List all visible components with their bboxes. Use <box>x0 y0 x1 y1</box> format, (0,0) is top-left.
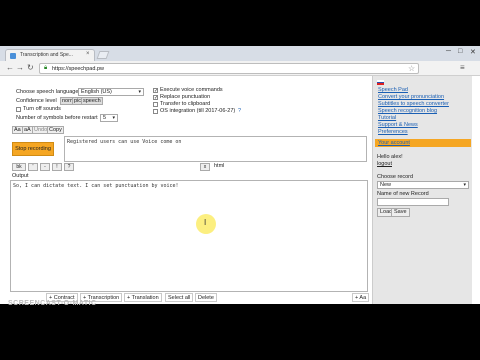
transfer-clipboard-checkbox[interactable] <box>153 102 158 107</box>
chevron-down-icon: ▾ <box>138 89 141 95</box>
format-button[interactable]: bk <box>12 163 26 171</box>
close-tab-icon[interactable]: × <box>86 51 90 57</box>
stop-recording-button[interactable]: Stop recording <box>12 142 54 156</box>
bookmark-star-icon[interactable]: ☆ <box>408 64 415 73</box>
sidebar-active-item[interactable]: Your account <box>375 139 471 147</box>
translation-button[interactable]: + Translation <box>124 293 162 302</box>
tab-title: Transcription and Spe... <box>20 52 73 58</box>
forward-arrow-icon[interactable]: → <box>16 63 24 72</box>
case-toggle-button[interactable]: + Aa <box>352 293 370 302</box>
reload-icon[interactable]: ↻ <box>27 63 34 72</box>
confidence-label: Confidence level <box>16 98 57 104</box>
browser-tab[interactable]: Transcription and Spe... × <box>5 49 95 61</box>
minimize-icon[interactable]: ─ <box>446 48 451 55</box>
sidebar-link-support[interactable]: Support & News <box>378 122 418 128</box>
chevron-down-icon: ▾ <box>463 182 466 188</box>
sidebar-link-blog[interactable]: Speech recognition blog <box>378 108 437 114</box>
record-value: New <box>380 182 392 188</box>
text-cursor-icon: I <box>204 218 207 227</box>
format-button[interactable]: - <box>40 163 50 171</box>
replace-punctuation-label: Replace punctuation <box>160 94 211 100</box>
sidebar-link-subtitles[interactable]: Subtitles to speech converter <box>378 101 449 107</box>
back-arrow-icon[interactable]: ← <box>6 63 14 72</box>
execute-commands-label: Execute voice commands <box>160 87 223 93</box>
chevron-down-icon: ▾ <box>112 115 115 121</box>
save-button[interactable]: Save <box>391 208 410 217</box>
sidebar-link-tutorial[interactable]: Tutorial <box>378 115 396 121</box>
sidebar-link-convert[interactable]: Convert your pronunciation <box>378 94 444 100</box>
address-url: https://speechpad.pw <box>52 66 104 72</box>
language-value: English (US) <box>81 89 112 95</box>
turn-off-sounds-label: Turn off sounds <box>23 106 61 112</box>
output-label: Output <box>12 173 29 179</box>
copy-button[interactable]: Copy <box>47 126 64 134</box>
lock-icon: 🔒︎ <box>44 65 48 71</box>
turn-off-sounds-checkbox[interactable] <box>16 107 21 112</box>
new-tab-button[interactable] <box>96 51 110 59</box>
execute-commands-checkbox[interactable]: ✓ <box>153 88 158 94</box>
favicon-icon <box>10 53 16 59</box>
record-select[interactable]: New ▾ <box>377 181 469 189</box>
html-label: html <box>214 163 225 169</box>
sidebar-link-account[interactable]: Your account <box>378 140 410 146</box>
format-button[interactable]: ! <box>52 163 62 171</box>
symbols-select[interactable]: 5 ▾ <box>100 114 118 122</box>
format-button[interactable]: ? <box>64 163 74 171</box>
new-record-label: Name of new Record <box>377 191 429 197</box>
letterbox-bottom <box>0 304 480 360</box>
watermark: SCREENCAST-O-MATIC <box>8 300 97 307</box>
menu-icon[interactable]: ≡ <box>460 63 465 72</box>
record-name-input[interactable] <box>377 198 449 206</box>
sidebar-link-preferences[interactable]: Preferences <box>378 129 408 135</box>
interim-text-area[interactable]: Registered users can use Voice come on <box>64 136 367 162</box>
letterbox-top <box>0 0 480 46</box>
format-button[interactable]: ' <box>28 163 38 171</box>
output-text-area[interactable]: So, I can dictate text. I can set punctu… <box>10 180 368 292</box>
language-label: Choose speech language <box>16 89 79 95</box>
browser-toolbar: ← → ↻ 🔒︎ https://speechpad.pw ☆ ≡ <box>0 61 480 76</box>
sidebar: Speech Pad Convert your pronunciation Su… <box>372 76 472 304</box>
symbols-value: 5 <box>103 115 107 121</box>
close-window-icon[interactable]: ✕ <box>470 48 476 56</box>
hello-text: Hello alex! <box>377 154 403 160</box>
format-button[interactable]: x <box>200 163 210 171</box>
confidence-chip: speech <box>81 97 103 105</box>
browser-window: Transcription and Spe... × ─ □ ✕ ← → ↻ 🔒… <box>0 46 480 304</box>
language-flag-icon[interactable] <box>377 80 384 85</box>
os-integration-label: OS integration (till 2017-06-27) <box>160 108 236 114</box>
tab-strip: Transcription and Spe... × ─ □ ✕ <box>0 46 480 61</box>
help-icon[interactable]: ? <box>238 108 241 114</box>
address-bar[interactable]: 🔒︎ https://speechpad.pw ☆ <box>39 63 419 74</box>
language-select[interactable]: English (US) ▾ <box>78 88 144 96</box>
transfer-clipboard-label: Transfer to clipboard <box>160 101 211 107</box>
sidebar-link-speech-pad[interactable]: Speech Pad <box>378 87 408 93</box>
logout-link[interactable]: logout <box>377 161 392 167</box>
replace-punctuation-checkbox[interactable]: ✓ <box>153 95 158 101</box>
symbols-label: Number of symbols before restart <box>16 115 98 121</box>
choose-record-label: Choose record <box>377 174 414 180</box>
delete-button[interactable]: Delete <box>195 293 217 302</box>
select-all-button[interactable]: Select all <box>165 293 194 302</box>
os-integration-checkbox[interactable] <box>153 109 158 114</box>
maximize-icon[interactable]: □ <box>458 48 462 55</box>
